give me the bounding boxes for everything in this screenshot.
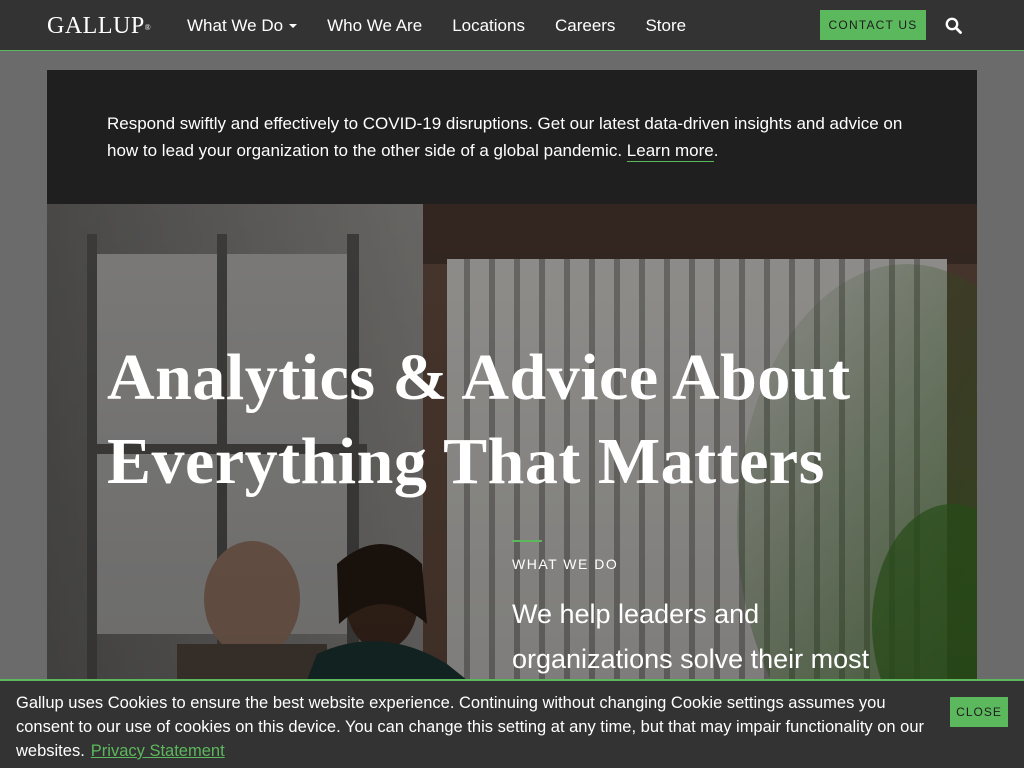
covid-banner-text: Respond swiftly and effectively to COVID… <box>107 110 907 164</box>
gallup-logo[interactable]: GALLUP® <box>47 13 151 39</box>
cookie-consent-bar: Gallup uses Cookies to ensure the best w… <box>0 679 1024 768</box>
logo-text: GALLUP <box>47 13 145 39</box>
nav-item-label: Locations <box>452 16 525 35</box>
hero-section: Analytics & Advice About Everything That… <box>47 204 977 680</box>
search-icon[interactable] <box>945 17 962 34</box>
privacy-statement-link[interactable]: Privacy Statement <box>91 742 225 760</box>
nav-item-who-we-are[interactable]: Who We Are <box>327 0 422 51</box>
hero-title: Analytics & Advice About Everything That… <box>107 341 851 498</box>
nav-item-label: Careers <box>554 16 616 35</box>
contact-us-button[interactable]: CONTACT US <box>820 10 926 40</box>
learn-more-link[interactable]: Learn more <box>626 141 714 162</box>
nav-item-store[interactable]: Store <box>645 0 686 51</box>
nav-item-careers[interactable]: Careers <box>555 0 615 51</box>
covid-banner: Respond swiftly and effectively to COVID… <box>47 70 977 204</box>
nav-item-what-we-do[interactable]: What We Do <box>187 0 298 51</box>
nav-item-label: What We Do <box>187 16 284 35</box>
covid-banner-period: . <box>713 141 719 160</box>
main-nav: What We Do Who We Are Locations Careers … <box>187 0 716 51</box>
covid-banner-message: Respond swiftly and effectively to COVID… <box>107 114 903 160</box>
hero-subtitle: We help leaders and organizations solve … <box>512 599 870 674</box>
what-we-do-label: WHAT WE DO <box>512 556 619 572</box>
registered-mark: ® <box>144 23 152 32</box>
accent-divider <box>512 540 542 542</box>
caret-down-icon <box>289 23 298 28</box>
nav-item-locations[interactable]: Locations <box>452 0 525 51</box>
nav-item-label: Who We Are <box>327 16 423 35</box>
close-cookie-button[interactable]: CLOSE <box>950 697 1008 727</box>
top-navigation: GALLUP® What We Do Who We Are Locations … <box>0 0 1024 51</box>
nav-item-label: Store <box>645 16 687 35</box>
cookie-consent-text: Gallup uses Cookies to ensure the best w… <box>16 691 926 763</box>
